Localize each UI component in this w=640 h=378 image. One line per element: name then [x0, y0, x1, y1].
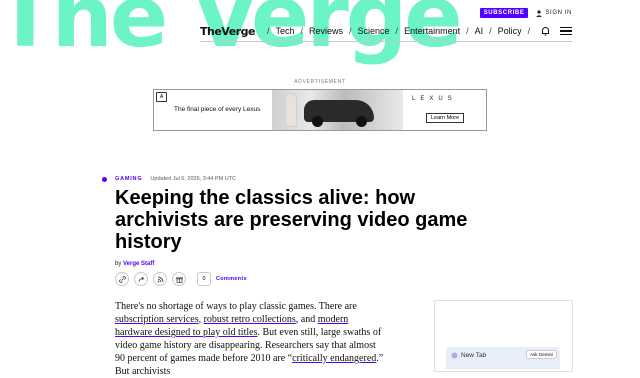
ad-label: ADVERTISEMENT	[294, 79, 346, 85]
share-actions: 0 Comments	[115, 272, 247, 286]
author-link[interactable]: Verge Staff	[123, 261, 154, 267]
ad-choices-icon[interactable]: A	[156, 92, 167, 102]
subscribe-button[interactable]: SUBSCRIBE	[479, 8, 529, 18]
byline: by Verge Staff	[115, 261, 154, 267]
nav-item-reviews[interactable]: Reviews	[309, 26, 343, 36]
ad-banner[interactable]: A The final piece of every Lexus LEXUS L…	[153, 89, 487, 131]
ask-gemini-button[interactable]: Ask Gemini	[525, 350, 557, 359]
nav-separator: /	[266, 26, 270, 36]
kicker-gaming[interactable]: GAMING	[115, 176, 142, 182]
article-headline: Keeping the classics alive: how archivis…	[115, 187, 468, 253]
nav-item-tech[interactable]: Tech	[275, 26, 294, 36]
learn-more-button[interactable]: Learn More	[426, 113, 465, 123]
link-critically-endangered[interactable]: critically endangered	[292, 353, 376, 364]
nav-separator: /	[466, 26, 469, 36]
article-date: Updated Jul 6, 2026, 3:44 PM UTC	[150, 176, 237, 182]
signin-label: SIGN IN	[545, 10, 572, 16]
nav-item-entertainment[interactable]: Entertainment	[404, 26, 460, 36]
wheel-icon	[312, 116, 323, 127]
nav-item-ai[interactable]: AI	[475, 26, 484, 36]
signin-link[interactable]: SIGN IN	[536, 9, 572, 17]
article-body-paragraph: There's no shortage of ways to play clas…	[115, 300, 387, 378]
link-subscription-services[interactable]: subscription services	[115, 314, 199, 325]
bell-icon[interactable]	[541, 26, 550, 36]
nav-separator: /	[527, 26, 531, 36]
link-icon[interactable]	[115, 272, 129, 286]
nav-separator: /	[349, 26, 352, 36]
main-nav: TheVerge / Tech / Reviews / Science / En…	[200, 21, 572, 42]
article-meta: GAMING Updated Jul 6, 2026, 3:44 PM UTC	[115, 176, 236, 182]
nav-separator: /	[489, 26, 492, 36]
new-tab[interactable]: New Tab	[451, 352, 486, 359]
comment-count-badge[interactable]: 0	[197, 272, 211, 286]
globe-icon	[451, 352, 458, 359]
section-dot	[102, 177, 107, 182]
nav-separator: /	[395, 26, 399, 36]
ad-image	[272, 90, 403, 130]
body-text-1: There's no shortage of ways to play clas…	[115, 301, 357, 312]
new-tab-label: New Tab	[461, 352, 487, 359]
gift-icon[interactable]	[172, 272, 186, 286]
share-icon[interactable]	[134, 272, 148, 286]
link-retro-collections[interactable]: robust retro collections	[204, 314, 296, 325]
site-logo[interactable]: TheVerge	[200, 25, 255, 38]
menu-icon[interactable]	[560, 26, 572, 36]
ad-text: The final piece of every Lexus	[174, 106, 261, 113]
body-text-3: , and	[295, 314, 318, 325]
nav-separator: /	[300, 26, 303, 36]
user-icon	[536, 9, 543, 17]
rss-icon[interactable]	[153, 272, 167, 286]
ad-brand: LEXUS	[412, 96, 457, 102]
comments-link[interactable]: Comments	[216, 276, 247, 282]
topbar: SUBSCRIBE SIGN IN	[479, 8, 572, 18]
nav-item-science[interactable]: Science	[358, 26, 390, 36]
byline-prefix: by	[115, 261, 122, 267]
statue-figure	[286, 94, 296, 126]
nav-item-policy[interactable]: Policy	[498, 26, 522, 36]
nav-actions	[541, 26, 572, 36]
wheel-icon	[356, 116, 367, 127]
